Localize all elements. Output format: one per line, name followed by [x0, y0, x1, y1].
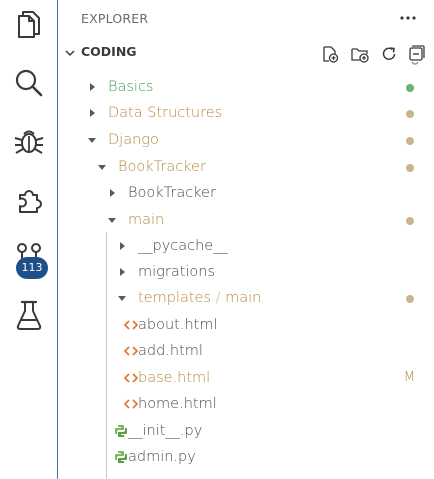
- chevron-down-icon[interactable]: [88, 136, 96, 144]
- tree-folder[interactable]: Basics: [58, 74, 434, 100]
- chevron-down-icon[interactable]: [118, 294, 126, 302]
- tree-item-label: BookTracker: [128, 180, 216, 206]
- python-file-icon: [115, 451, 127, 463]
- tree-item-name: BookTracker: [118, 159, 206, 175]
- python-file-icon: [115, 425, 127, 437]
- tree-item-name: BookTracker: [128, 185, 216, 201]
- tree-item-label: Django: [108, 127, 159, 153]
- scroll-indicator: [411, 62, 419, 65]
- tree-folder[interactable]: BookTracker: [58, 180, 434, 206]
- tree-item-label: main: [128, 207, 164, 233]
- tree-item-name: migrations: [138, 264, 216, 280]
- git-status-dot: [406, 110, 414, 118]
- tree-item-label: __init__.py: [128, 418, 202, 444]
- source-control-badge: 113: [16, 257, 48, 279]
- chevron-right-icon[interactable]: [88, 109, 96, 117]
- extensions-icon[interactable]: [12, 183, 46, 217]
- debug-icon[interactable]: [12, 124, 46, 158]
- tree-file[interactable]: __init__.py: [58, 418, 434, 444]
- collapse-all-icon[interactable]: [406, 44, 426, 64]
- tree-item-name: Basics: [108, 79, 154, 95]
- refresh-icon[interactable]: [379, 44, 399, 64]
- tree-item-name: Data Structures: [108, 105, 223, 121]
- tree-item-name: main: [128, 212, 165, 228]
- tree-file[interactable]: admin.py: [58, 444, 434, 470]
- tree-item-label: templates / main: [138, 285, 261, 311]
- explorer-icon[interactable]: [12, 7, 46, 41]
- tree-item-label: migrations: [138, 259, 215, 285]
- new-folder-icon[interactable]: [350, 44, 370, 64]
- git-status-dot: [406, 164, 414, 172]
- tree-folder[interactable]: migrations: [58, 259, 434, 285]
- tree-item-label: home.html: [138, 391, 217, 417]
- tree-item-name: base.html: [138, 370, 211, 386]
- search-icon[interactable]: [12, 66, 46, 100]
- git-status-dot: [406, 137, 414, 145]
- tree-item-label: Basics: [108, 74, 154, 100]
- tree-folder[interactable]: Django: [58, 127, 434, 153]
- html-file-icon: [124, 346, 138, 356]
- tree-item-label: admin.py: [128, 444, 196, 470]
- html-file-icon: [124, 399, 138, 409]
- tree-folder[interactable]: Data Structures: [58, 100, 434, 126]
- tree-file[interactable]: about.html: [58, 312, 434, 338]
- new-file-icon[interactable]: [320, 44, 340, 64]
- git-status-dot: [406, 84, 414, 92]
- tree-item-name: home.html: [138, 396, 217, 412]
- tree-folder[interactable]: templates / main: [58, 285, 434, 311]
- tree-item-subpath: main: [225, 290, 262, 306]
- tree-item-name: about.html: [138, 317, 218, 333]
- chevron-down-icon[interactable]: [108, 216, 116, 224]
- html-file-icon: [124, 373, 138, 383]
- git-status-modified: M: [403, 370, 415, 385]
- tree-folder[interactable]: main: [58, 207, 434, 233]
- tree-item-name: templates: [138, 290, 212, 306]
- more-actions-icon[interactable]: [396, 9, 420, 27]
- tree-item-name: Django: [108, 132, 159, 148]
- tree-item-label: add.html: [138, 338, 203, 364]
- tree-file[interactable]: home.html: [58, 391, 434, 417]
- explorer-title: EXPLORER: [81, 11, 149, 26]
- tree-folder[interactable]: BookTracker: [58, 154, 434, 180]
- tree-folder[interactable]: __pycache__: [58, 233, 434, 259]
- tree-file[interactable]: add.html: [58, 338, 434, 364]
- tree-item-label: BookTracker: [118, 154, 206, 180]
- section-header-coding[interactable]: CODING: [58, 41, 434, 65]
- path-separator: /: [211, 290, 226, 306]
- tree-item-label: Data Structures: [108, 100, 222, 126]
- tree-item-label: base.html: [138, 365, 210, 391]
- git-status-dot: [406, 217, 414, 225]
- chevron-down-icon[interactable]: [98, 163, 106, 171]
- chevron-down-icon: [65, 50, 75, 57]
- explorer-sidebar: EXPLORER CODING Basics Data Structures D…: [58, 0, 434, 479]
- testing-icon[interactable]: [12, 298, 46, 332]
- chevron-right-icon[interactable]: [118, 242, 126, 250]
- git-status-dot: [406, 295, 414, 303]
- chevron-right-icon[interactable]: [108, 189, 116, 197]
- activity-bar: 113: [0, 0, 58, 479]
- section-title: CODING: [81, 44, 137, 59]
- html-file-icon: [124, 320, 138, 330]
- tree-file[interactable]: base.html M: [58, 365, 434, 391]
- tree-item-name: add.html: [138, 343, 203, 359]
- chevron-right-icon[interactable]: [118, 268, 126, 276]
- tree-item-name: admin.py: [128, 449, 196, 465]
- tree-item-label: __pycache__: [138, 233, 228, 259]
- chevron-right-icon[interactable]: [88, 83, 96, 91]
- tree-item-name: __init__.py: [128, 423, 203, 439]
- tree-item-name: __pycache__: [138, 238, 228, 254]
- tree-item-label: about.html: [138, 312, 217, 338]
